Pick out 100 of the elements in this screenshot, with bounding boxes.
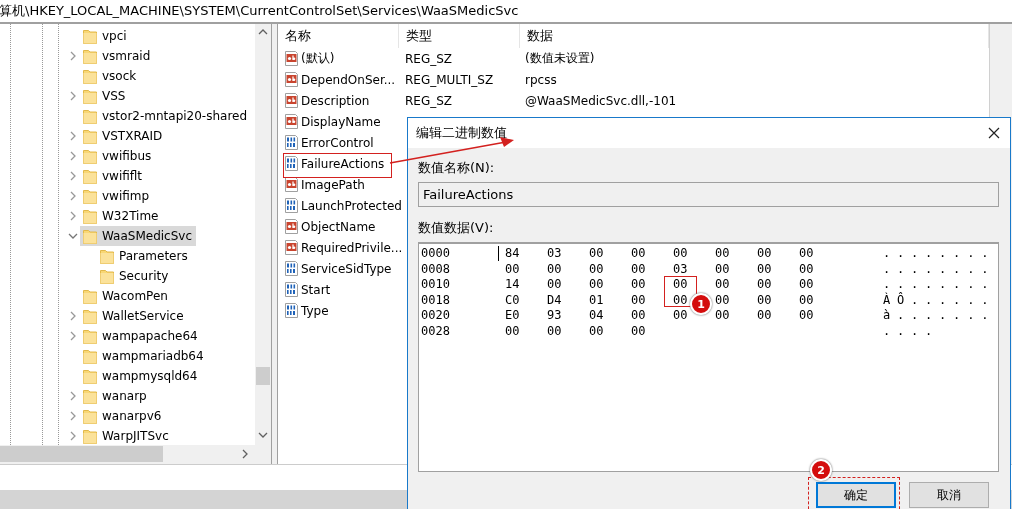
string-value-icon <box>284 93 299 108</box>
string-value-icon <box>284 219 299 234</box>
value-name[interactable]: FailureActions <box>301 156 385 171</box>
horizontal-scrollbar[interactable] <box>0 445 271 464</box>
hex-byte: 03 <box>673 261 688 276</box>
string-value-icon <box>284 114 299 129</box>
folder-icon <box>83 228 97 244</box>
value-name[interactable]: LaunchProtected <box>301 198 402 213</box>
vertical-scrollbar[interactable] <box>255 24 271 445</box>
value-name[interactable]: DependOnSer... <box>301 72 396 87</box>
tree-item[interactable]: vpci <box>102 26 127 46</box>
tree-item[interactable]: WalletService <box>102 306 184 326</box>
tree-item[interactable]: vsmraid <box>102 46 151 66</box>
hex-byte: 00 <box>589 277 604 292</box>
binary-value-icon <box>284 135 299 150</box>
value-data: (数值未设置) <box>524 50 596 67</box>
tree-item[interactable]: vwififlt <box>102 166 143 186</box>
hex-byte: 00 <box>715 261 730 276</box>
folder-icon <box>83 128 97 144</box>
column-header[interactable]: 类型 <box>399 24 520 48</box>
folder-icon <box>83 408 97 424</box>
value-name[interactable]: Start <box>301 282 331 297</box>
folder-icon <box>83 428 97 444</box>
hex-byte: 03 <box>547 246 562 260</box>
folder-icon <box>83 208 97 224</box>
hex-offset: 0000 <box>420 246 451 262</box>
ascii-text: ........ <box>883 277 996 292</box>
collapse-chevron-icon[interactable] <box>68 231 78 241</box>
hex-offset: 0028 <box>420 323 451 340</box>
value-name[interactable]: Description <box>301 93 370 108</box>
hex-byte: 00 <box>757 277 772 292</box>
hex-byte: 00 <box>631 261 646 276</box>
close-icon[interactable] <box>988 127 1000 139</box>
hex-byte: 14 <box>505 277 520 292</box>
hex-byte: 00 <box>799 277 814 292</box>
hex-byte: 00 <box>547 261 562 276</box>
field-label: 数值数据(V): <box>418 219 495 237</box>
hex-byte: 00 <box>589 323 604 338</box>
tree-item[interactable]: Parameters <box>119 246 188 266</box>
value-name-field[interactable]: FailureActions <box>418 182 999 207</box>
hex-byte: 00 <box>715 292 730 307</box>
value-name[interactable]: RequiredPrivile... <box>301 240 403 255</box>
ok-button[interactable]: 确定 <box>816 482 896 508</box>
scroll-thumb[interactable] <box>256 367 270 385</box>
hex-byte: 00 <box>757 292 772 307</box>
tree-item[interactable]: W32Time <box>102 206 159 226</box>
hex-editor[interactable] <box>418 242 999 472</box>
hex-offset: 0018 <box>420 292 451 309</box>
tree-item[interactable]: vsock <box>102 66 137 86</box>
scroll-thumb[interactable] <box>0 446 163 462</box>
folder-icon <box>83 348 97 364</box>
cancel-button[interactable]: 取消 <box>909 482 989 508</box>
hex-byte: 00 <box>631 277 646 292</box>
scroll-up-icon <box>258 28 268 36</box>
hex-byte: 00 <box>673 277 688 292</box>
address-bar[interactable]: 算机\HKEY_LOCAL_MACHINE\SYSTEM\CurrentControlSet\Services\WaaSMedicSvc <box>0 0 1012 24</box>
hex-byte: C0 <box>505 292 520 307</box>
folder-icon <box>100 268 114 284</box>
folder-icon <box>83 108 97 124</box>
hex-byte: 00 <box>589 261 604 276</box>
tree-item[interactable]: vwifibus <box>102 146 152 166</box>
ascii-text: ........ <box>883 261 996 278</box>
tree-item[interactable]: wampapache64 <box>102 326 198 346</box>
tree-item[interactable]: VSS <box>102 86 126 106</box>
value-data: @WaaSMedicSvc.dll,-101 <box>524 93 678 108</box>
tree-item[interactable]: WarpJITSvc <box>102 426 169 445</box>
value-name[interactable]: (默认) <box>301 50 335 67</box>
binary-value-icon <box>284 282 299 297</box>
value-name[interactable]: ImagePath <box>301 177 365 192</box>
column-header[interactable]: 名称 <box>278 24 399 48</box>
value-type: REG_SZ <box>404 51 454 66</box>
value-name[interactable]: Type <box>301 303 329 318</box>
expand-chevron-icon[interactable] <box>68 91 78 101</box>
expand-chevron-icon[interactable] <box>68 51 78 61</box>
dialog-title: 编辑二进制数值 <box>416 124 507 142</box>
hex-byte: 00 <box>589 246 604 260</box>
value-name[interactable]: DisplayName <box>301 114 381 129</box>
ascii-text: .... <box>883 323 940 340</box>
folder-icon <box>83 328 97 344</box>
tree-item[interactable]: wampmysqld64 <box>102 366 198 386</box>
value-name[interactable]: ErrorControl <box>301 135 374 150</box>
tree-item[interactable]: WacomPen <box>102 286 168 306</box>
string-value-icon <box>284 72 299 87</box>
binary-value-icon <box>284 303 299 318</box>
scroll-right-icon <box>241 449 249 459</box>
ascii-text: à....... <box>883 308 996 324</box>
tree-item[interactable]: vstor2-mntapi20-shared <box>102 106 248 126</box>
tree-item[interactable]: vwifimp <box>102 186 150 206</box>
tree-item[interactable]: wampmariadb64 <box>102 346 204 366</box>
folder-icon <box>83 188 97 204</box>
hex-byte: 00 <box>799 261 814 276</box>
tree-item[interactable]: Security <box>119 266 169 286</box>
value-name[interactable]: ServiceSidType <box>301 261 392 276</box>
value-name[interactable]: ObjectName <box>301 219 376 234</box>
hex-byte: 00 <box>715 308 730 323</box>
hex-offset: 0008 <box>420 261 451 278</box>
ascii-text: ........ <box>883 246 996 262</box>
tree-item[interactable]: wanarp <box>102 386 147 406</box>
tree-item[interactable]: VSTXRAID <box>102 126 163 146</box>
tree-item[interactable]: wanarpv6 <box>102 406 162 426</box>
